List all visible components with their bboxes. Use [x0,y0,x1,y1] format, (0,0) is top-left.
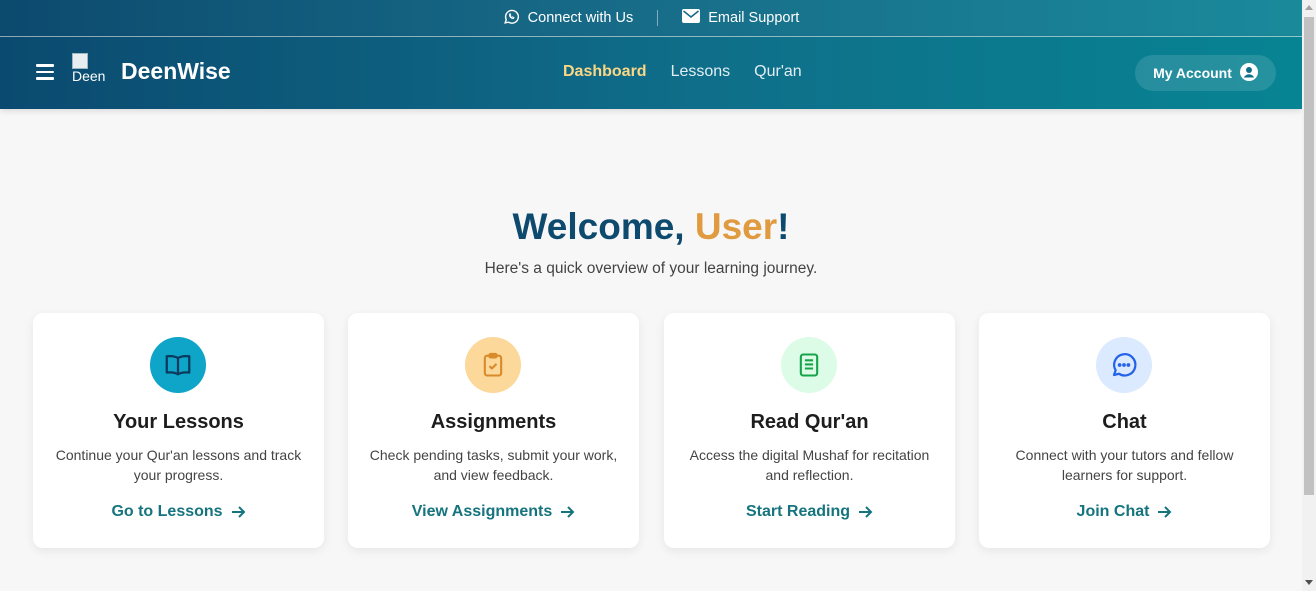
nav-link-dashboard[interactable]: Dashboard [563,63,647,81]
card-description: Access the digital Mushaf for recitation… [689,447,930,483]
card-description: Continue your Qur'an lessons and track y… [55,447,302,483]
connect-with-us-link[interactable]: Connect with Us [503,8,634,29]
book-icon [781,337,837,393]
my-account-button[interactable]: My Account [1135,55,1276,91]
user-circle-icon [1239,62,1258,84]
welcome-greeting: Welcome, [512,206,695,247]
scroll-down-arrow-icon[interactable] [1305,580,1313,585]
book-open-icon [150,337,206,393]
brand-name[interactable]: DeenWise [121,58,231,85]
card-chat: Chat Connect with your tutors and fellow… [979,313,1270,548]
chat-bubble-icon [1096,337,1152,393]
email-support-link[interactable]: Email Support [682,9,799,27]
welcome-subtitle: Here's a quick overview of your learning… [484,260,818,277]
clipboard-check-icon [465,337,521,393]
scroll-up-arrow-icon[interactable] [1305,5,1313,10]
hamburger-menu-icon[interactable] [36,64,54,80]
envelope-icon [682,9,701,27]
card-your-lessons: Your Lessons Continue your Qur'an lesson… [33,313,324,548]
go-to-lessons-link[interactable]: Go to Lessons [33,503,324,521]
welcome-username: User [694,206,778,247]
card-title: Chat [1102,411,1147,433]
cta-label: Start Reading [745,503,850,520]
arrow-right-icon [231,506,245,518]
arrow-right-icon [1158,506,1172,518]
welcome-exclaim: ! [777,206,790,247]
nav-link-lessons[interactable]: Lessons [671,63,731,81]
email-support-label: Email Support [708,10,800,26]
card-title: Assignments [430,411,557,433]
my-account-label: My Account [1153,65,1232,81]
logo-image[interactable]: Deen [72,53,116,89]
whatsapp-icon [503,8,520,29]
card-description: Connect with your tutors and fellow lear… [1015,447,1234,483]
top-contact-bar: Connect with Us Email Support [0,0,1302,37]
cta-label: Go to Lessons [111,503,223,520]
start-reading-link[interactable]: Start Reading [664,503,955,521]
card-title: Read Qur'an [750,411,869,433]
join-chat-link[interactable]: Join Chat [979,503,1270,521]
card-read-quran: Read Qur'an Access the digital Mushaf fo… [664,313,955,548]
welcome-heading: Welcome, User! [0,206,1302,248]
topbar-divider [657,10,659,26]
cta-label: View Assignments [411,503,553,520]
main-navbar: Deen DeenWise Dashboard Lessons Qur'an M… [0,37,1302,109]
card-title: Your Lessons [113,411,244,433]
cta-label: Join Chat [1076,503,1150,520]
nav-link-quran[interactable]: Qur'an [754,63,802,81]
card-description: Check pending tasks, submit your work, a… [369,447,618,483]
card-assignments: Assignments Check pending tasks, submit … [348,313,639,548]
page-scrollbar[interactable] [1302,0,1316,591]
arrow-right-icon [561,506,575,518]
main-nav: Dashboard Lessons Qur'an [563,63,802,81]
logo-alt-text: Deen [72,68,106,84]
connect-with-us-label: Connect with Us [527,10,634,26]
broken-image-icon [72,53,88,69]
view-assignments-link[interactable]: View Assignments [348,503,639,521]
scrollbar-thumb[interactable] [1304,17,1314,495]
arrow-right-icon [859,506,873,518]
